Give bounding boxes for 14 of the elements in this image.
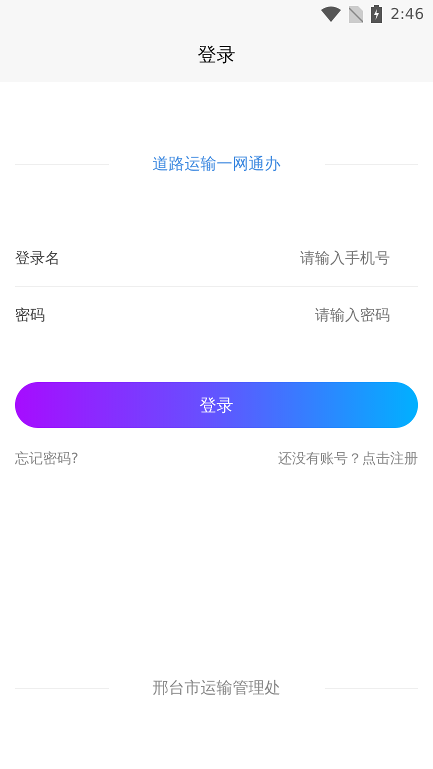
app-subtitle: 道路运输一网通办 xyxy=(152,154,280,175)
forgot-password-link[interactable]: 忘记密码? xyxy=(15,450,78,468)
field-label: 登录名 xyxy=(15,248,60,268)
page-title: 登录 xyxy=(198,43,236,68)
input-field[interactable]: 请输入密码 xyxy=(190,306,390,324)
field-label: 密码 xyxy=(15,306,45,324)
status-time: 2:46 xyxy=(390,5,424,23)
input-field[interactable]: 请输入手机号 xyxy=(190,249,390,267)
no-sim-icon xyxy=(349,6,364,22)
battery-charging-icon xyxy=(371,5,382,23)
register-link[interactable]: 还没有账号？点击注册 xyxy=(278,450,418,468)
login-button[interactable]: 登录 xyxy=(15,382,418,428)
wifi-icon xyxy=(321,6,342,22)
footer-text: 邢台市运输管理处 xyxy=(152,678,280,699)
